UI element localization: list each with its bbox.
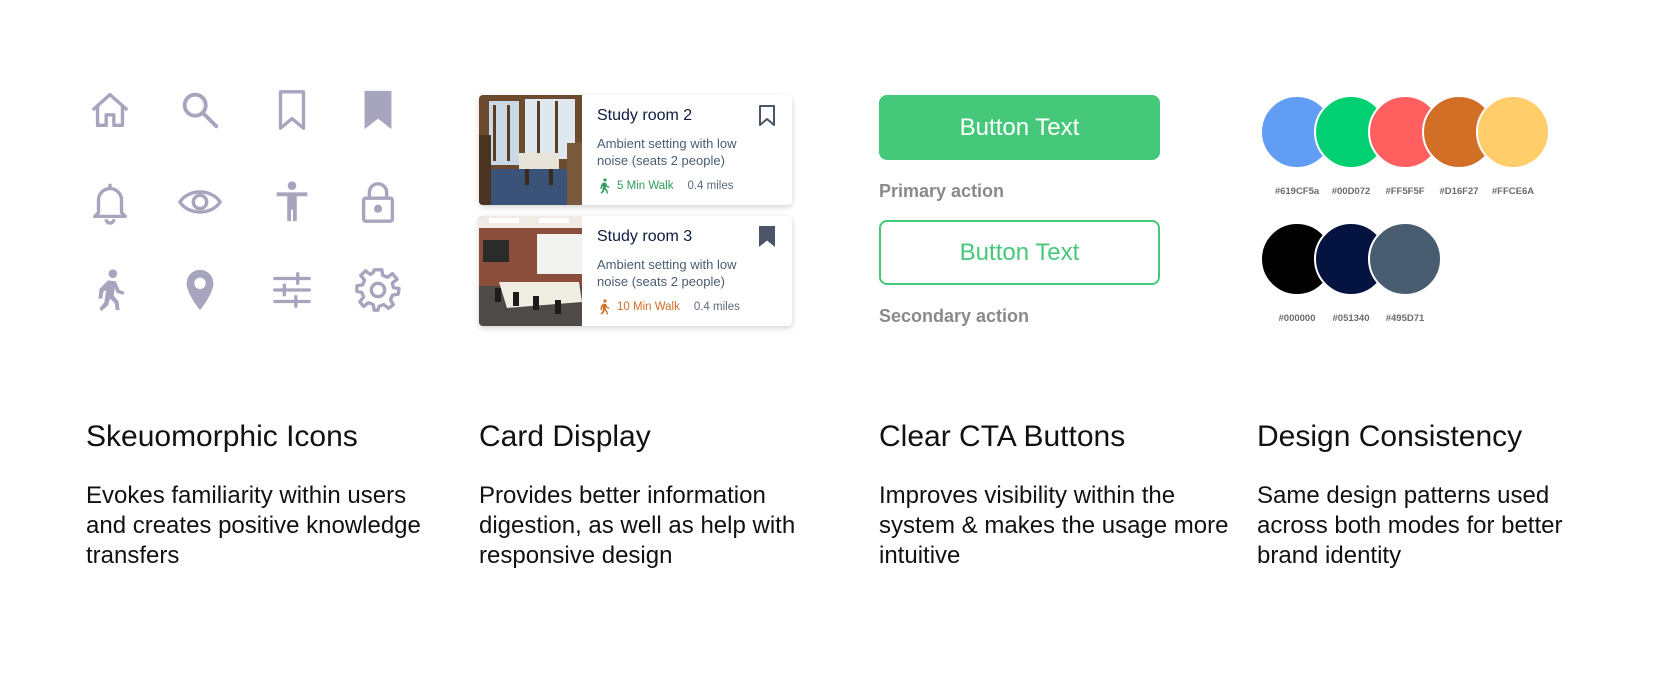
icon-grid [86,86,406,346]
bookmark-outline-icon[interactable] [758,105,778,127]
map-pin-icon [176,266,224,314]
color-swatch [1368,222,1442,296]
walking-person-icon [597,299,611,315]
card-title: Study room 3 [597,228,693,245]
color-swatch-label: #D16F27 [1439,186,1479,197]
card-meta: 5 Min Walk 0.4 miles [597,177,733,195]
study-room-card[interactable]: Study room 2 Ambient setting with low no… [479,95,792,205]
feature-title: Clear CTA Buttons [879,420,1126,453]
secondary-button[interactable]: Button Text [879,220,1160,285]
walking-person-icon [597,178,611,194]
study-room-card[interactable]: Study room 3 Ambient setting with low no… [479,216,792,326]
sliders-icon [268,266,316,314]
study-room-photo [479,216,582,326]
search-icon [176,86,224,134]
color-swatch-label: #495D71 [1385,313,1425,324]
feature-title: Design Consistency [1257,420,1523,453]
color-swatch-label: #00D072 [1331,186,1371,197]
feature-description: Improves visibility within the system & … [879,482,1229,569]
walking-person-icon [86,266,134,314]
feature-description: Same design patterns used across both mo… [1257,482,1563,569]
walk-time: 10 Min Walk [617,301,680,313]
card-description: Ambient setting with low noise (seats 2 … [597,257,737,289]
bookmark-outline-icon [268,86,316,134]
card-description: Ambient setting with low noise (seats 2 … [597,136,737,168]
primary-action-caption: Primary action [879,181,1005,201]
color-swatch-label: #FF5F5F [1385,186,1425,197]
feature-title: Skeuomorphic Icons [86,420,358,453]
feature-description: Evokes familiarity within users and crea… [86,482,421,569]
color-swatch-label: #000000 [1278,313,1316,324]
gear-icon [354,266,402,314]
eye-icon [176,178,224,226]
feature-title: Card Display [479,420,651,453]
walk-time: 5 Min Walk [617,180,674,192]
card-meta: 10 Min Walk 0.4 miles [597,298,740,316]
bookmark-filled-icon[interactable] [758,226,778,248]
card-title: Study room 2 [597,107,693,124]
primary-button[interactable]: Button Text [879,95,1160,160]
color-swatch-label: #051340 [1332,313,1370,324]
study-room-photo [479,95,582,205]
home-icon [86,86,134,134]
lock-icon [354,178,402,226]
accessibility-icon [268,178,316,226]
color-swatch [1476,95,1550,169]
color-swatch-label: #619CF5a [1274,186,1320,197]
bell-icon [86,178,134,226]
bookmark-filled-icon [354,86,402,134]
distance: 0.4 miles [693,301,740,313]
secondary-action-caption: Secondary action [879,306,1030,326]
color-swatch-label: #FFCE6A [1491,186,1535,197]
feature-description: Provides better information digestion, a… [479,482,796,569]
distance: 0.4 miles [687,180,734,192]
